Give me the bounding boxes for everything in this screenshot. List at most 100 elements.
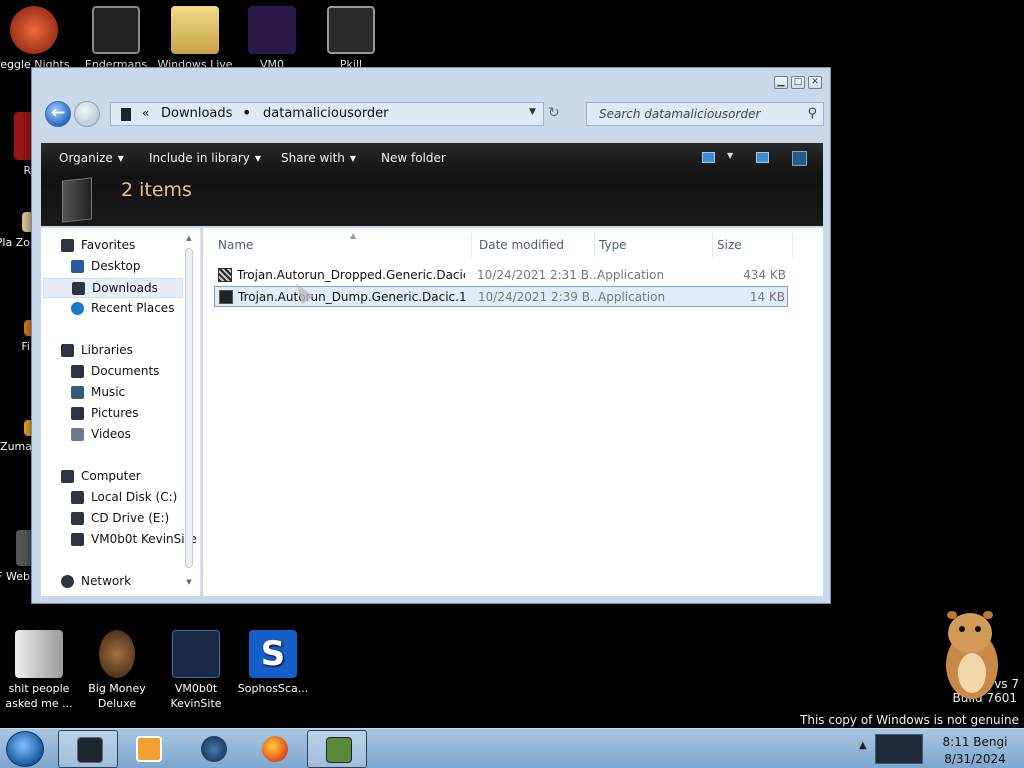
change-view-icon[interactable] <box>702 152 715 163</box>
nav-pictures[interactable]: Pictures <box>71 404 200 424</box>
nav-label: Videos <box>91 427 131 441</box>
desktop-icon-peggle[interactable]: Peggle Nights Del <box>0 6 74 72</box>
file-name: Trojan.Autorun_Dropped.Generic.Dacic.1..… <box>237 268 465 282</box>
share-with-button[interactable]: Share with ▼ <box>281 151 356 165</box>
computer-icon <box>61 470 74 483</box>
nav-favorites[interactable]: Favorites <box>61 236 200 256</box>
taskbar-media-button[interactable] <box>118 730 178 768</box>
desktop-icon-big-money[interactable]: Big Money Deluxe <box>77 630 157 711</box>
nav-label: Desktop <box>91 259 141 273</box>
back-button[interactable] <box>45 101 71 127</box>
sort-ascending-icon: ▲ <box>350 231 357 240</box>
organize-button[interactable]: Organize ▼ <box>59 151 124 165</box>
desktop-icon-vm0b0t[interactable]: VM0b0t KevinSite <box>156 630 236 711</box>
preview-pane-icon[interactable] <box>756 152 769 163</box>
address-bar[interactable]: « Downloads • datamaliciousorder ▼ <box>110 102 544 126</box>
desktop-icon-endermans[interactable]: Endermans <box>76 6 156 72</box>
file-name: Trojan.Autorun_Dump.Generic.Dacic.19E... <box>238 290 466 304</box>
clock[interactable]: 8:11 Bengi 8/31/2024 <box>935 734 1015 768</box>
desktop-icon-shit-people[interactable]: shit people asked me ... <box>0 630 79 711</box>
tray-app-icon[interactable] <box>875 734 923 764</box>
nav-scrollbar[interactable]: ▲ ▼ <box>184 234 194 590</box>
help-icon[interactable] <box>792 151 807 166</box>
taskbar-firefox-button[interactable] <box>244 730 304 768</box>
nav-cd-drive[interactable]: CD Drive (E:) <box>71 509 200 529</box>
nav-vm0b0t-kevinsite[interactable]: VM0b0t KevinSite <box>71 530 200 550</box>
include-in-library-button[interactable]: Include in library ▼ <box>149 151 261 165</box>
nav-network[interactable]: Network <box>61 572 200 592</box>
nav-label: Music <box>91 385 126 399</box>
scroll-up-icon[interactable]: ▲ <box>184 234 194 244</box>
item-count: 2 items <box>121 179 192 201</box>
nav-label: Libraries <box>81 343 133 357</box>
scroll-down-icon[interactable]: ▼ <box>184 578 194 588</box>
breadcrumb-downloads[interactable]: Downloads <box>161 106 232 121</box>
desktop-icon-label: Pla Zo <box>0 236 30 249</box>
desktop-icon-vm0[interactable]: VM0 <box>232 6 312 72</box>
column-name-label: Name <box>218 238 254 252</box>
desktop-icon-label: My F Web <box>0 570 30 583</box>
minimize-button[interactable]: ▁ <box>774 76 788 89</box>
chevron-down-icon: ▼ <box>254 154 262 163</box>
desktop-icon <box>71 260 84 273</box>
nav-documents[interactable]: Documents <box>71 362 200 382</box>
view-options-chevron-icon[interactable]: ▼ <box>727 151 733 160</box>
nav-recent-places[interactable]: Recent Places <box>71 299 200 319</box>
search-box[interactable]: ⚲ <box>586 102 824 126</box>
column-header-size[interactable]: Size <box>713 233 793 257</box>
explorer-icon <box>77 737 103 763</box>
system-tray: ▲ 8:11 Bengi 8/31/2024 <box>855 730 1024 768</box>
money-bag-icon <box>99 630 135 678</box>
search-input[interactable] <box>587 103 792 125</box>
show-hidden-icons-icon[interactable]: ▲ <box>859 740 867 751</box>
column-header-date[interactable]: Date modified <box>475 233 595 257</box>
new-folder-button[interactable]: New folder <box>381 151 446 165</box>
vm-icon <box>172 630 220 678</box>
clock-date: 8/31/2024 <box>944 752 1006 766</box>
column-header-type[interactable]: Type <box>595 233 713 257</box>
scroll-thumb[interactable] <box>185 248 193 568</box>
refresh-icon[interactable]: ↻ <box>548 105 560 121</box>
documents-icon <box>71 365 84 378</box>
maximize-button[interactable]: □ <box>791 76 805 89</box>
file-type: Application <box>598 290 666 304</box>
column-type-label: Type <box>599 238 627 252</box>
nav-local-disk[interactable]: Local Disk (C:) <box>71 488 200 508</box>
column-date-label: Date modified <box>479 238 565 252</box>
taskbar-globe-button[interactable] <box>183 730 243 768</box>
taskbar-game-button[interactable] <box>307 730 367 768</box>
taskbar-explorer-button[interactable] <box>58 730 118 768</box>
desktop-icon-pkill[interactable]: Pkill <box>311 6 391 72</box>
folder-icon <box>171 6 219 54</box>
desktop-icon-windows-live[interactable]: Windows Live <box>155 6 235 72</box>
desktop-icon-label: VM0b0t KevinSite <box>170 682 222 710</box>
desktop-icon-label: Fi <box>21 340 30 353</box>
hamster-box-icon <box>326 737 352 763</box>
nav-music[interactable]: Music <box>71 383 200 403</box>
search-icon[interactable]: ⚲ <box>807 106 817 121</box>
organize-label: Organize <box>59 151 113 165</box>
close-button[interactable]: ✕ <box>808 76 822 89</box>
address-dropdown-icon[interactable]: ▼ <box>529 107 536 117</box>
desktop-icon-sophos[interactable]: S SophosSca... <box>233 630 313 696</box>
nav-videos[interactable]: Videos <box>71 425 200 445</box>
forward-button[interactable] <box>74 101 100 127</box>
application-icon <box>218 268 232 282</box>
column-header-name[interactable]: Name ▲ <box>214 231 472 257</box>
breadcrumb-overflow-chevron[interactable]: « <box>142 106 149 120</box>
desktop-icon-label: shit people asked me ... <box>5 682 73 710</box>
nav-desktop[interactable]: Desktop <box>71 257 200 277</box>
nav-libraries[interactable]: Libraries <box>61 341 200 361</box>
folder-large-icon <box>62 177 92 223</box>
breadcrumb-separator[interactable]: • <box>242 103 251 122</box>
videos-icon <box>71 428 84 441</box>
caption-buttons: ▁ □ ✕ <box>774 76 822 89</box>
start-button[interactable] <box>6 731 44 767</box>
network-icon <box>61 575 74 588</box>
column-size-label: Size <box>717 238 742 252</box>
taskbar: ▲ 8:11 Bengi 8/31/2024 <box>0 728 1024 768</box>
media-player-icon <box>136 736 162 762</box>
nav-computer[interactable]: Computer <box>61 467 200 487</box>
breadcrumb-datamaliciousorder[interactable]: datamaliciousorder <box>263 106 389 121</box>
nav-downloads[interactable]: Downloads <box>43 278 183 298</box>
